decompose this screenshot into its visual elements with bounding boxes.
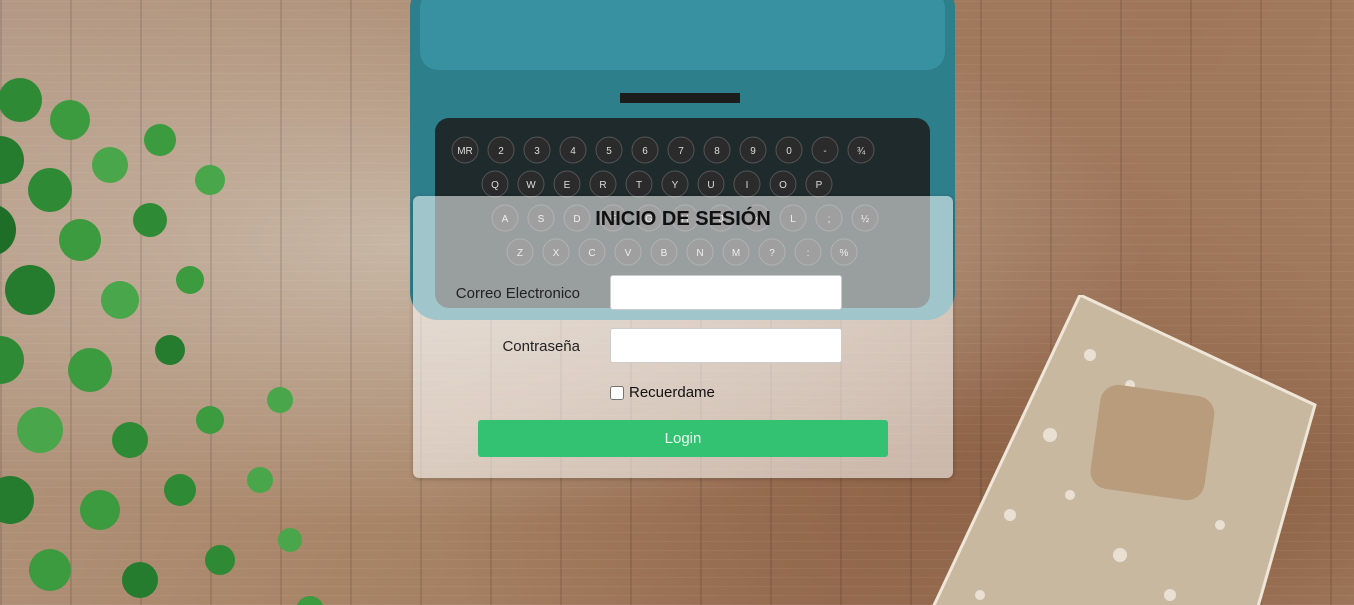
typewriter-key-label: 6	[642, 146, 648, 157]
typewriter-key-label: 0	[786, 146, 792, 157]
notebook-decoration	[932, 295, 1317, 605]
typewriter-key-label: ¾	[857, 146, 866, 157]
email-field[interactable]	[610, 275, 842, 310]
login-button[interactable]: Login	[478, 420, 888, 457]
password-label: Contraseña	[502, 338, 580, 355]
typewriter-key-label: R	[599, 180, 606, 191]
typewriter-key-label: MR	[457, 146, 473, 157]
password-field[interactable]	[610, 328, 842, 363]
typewriter-key-label: T	[636, 180, 642, 191]
remember-me-label[interactable]: Recuerdame	[629, 384, 715, 401]
typewriter-key-label: E	[564, 180, 571, 191]
typewriter-key-label: Y	[672, 180, 679, 191]
remember-me-checkbox[interactable]	[610, 385, 624, 400]
typewriter-key-label: 8	[714, 146, 720, 157]
typewriter-key-label: 3	[534, 146, 540, 157]
plant-decoration	[0, 78, 324, 605]
email-label: Correo Electronico	[455, 285, 580, 302]
remember-me-row: Recuerdame	[610, 384, 715, 401]
typewriter-key-label: -	[823, 146, 826, 157]
typewriter-key-label: 4	[570, 146, 576, 157]
typewriter-key-label: W	[526, 180, 536, 191]
login-title: INICIO DE SESIÓN	[595, 208, 771, 230]
typewriter-key-label: P	[816, 180, 823, 191]
background-scene: MR234567890-¾QWERTYUIOPASDFGHJKL;½ZXCVBN…	[0, 0, 1354, 605]
login-card: INICIO DE SESIÓN Correo Electronico Cont…	[413, 196, 953, 478]
typewriter-key-label: Q	[491, 180, 499, 191]
typewriter-key-label: 2	[498, 146, 504, 157]
typewriter-key-label: O	[779, 180, 787, 191]
typewriter-key-label: I	[746, 180, 749, 191]
typewriter-key-label: 5	[606, 146, 612, 157]
typewriter-key-label: 7	[678, 146, 684, 157]
typewriter-key-label: U	[707, 180, 714, 191]
typewriter-key-label: 9	[750, 146, 756, 157]
